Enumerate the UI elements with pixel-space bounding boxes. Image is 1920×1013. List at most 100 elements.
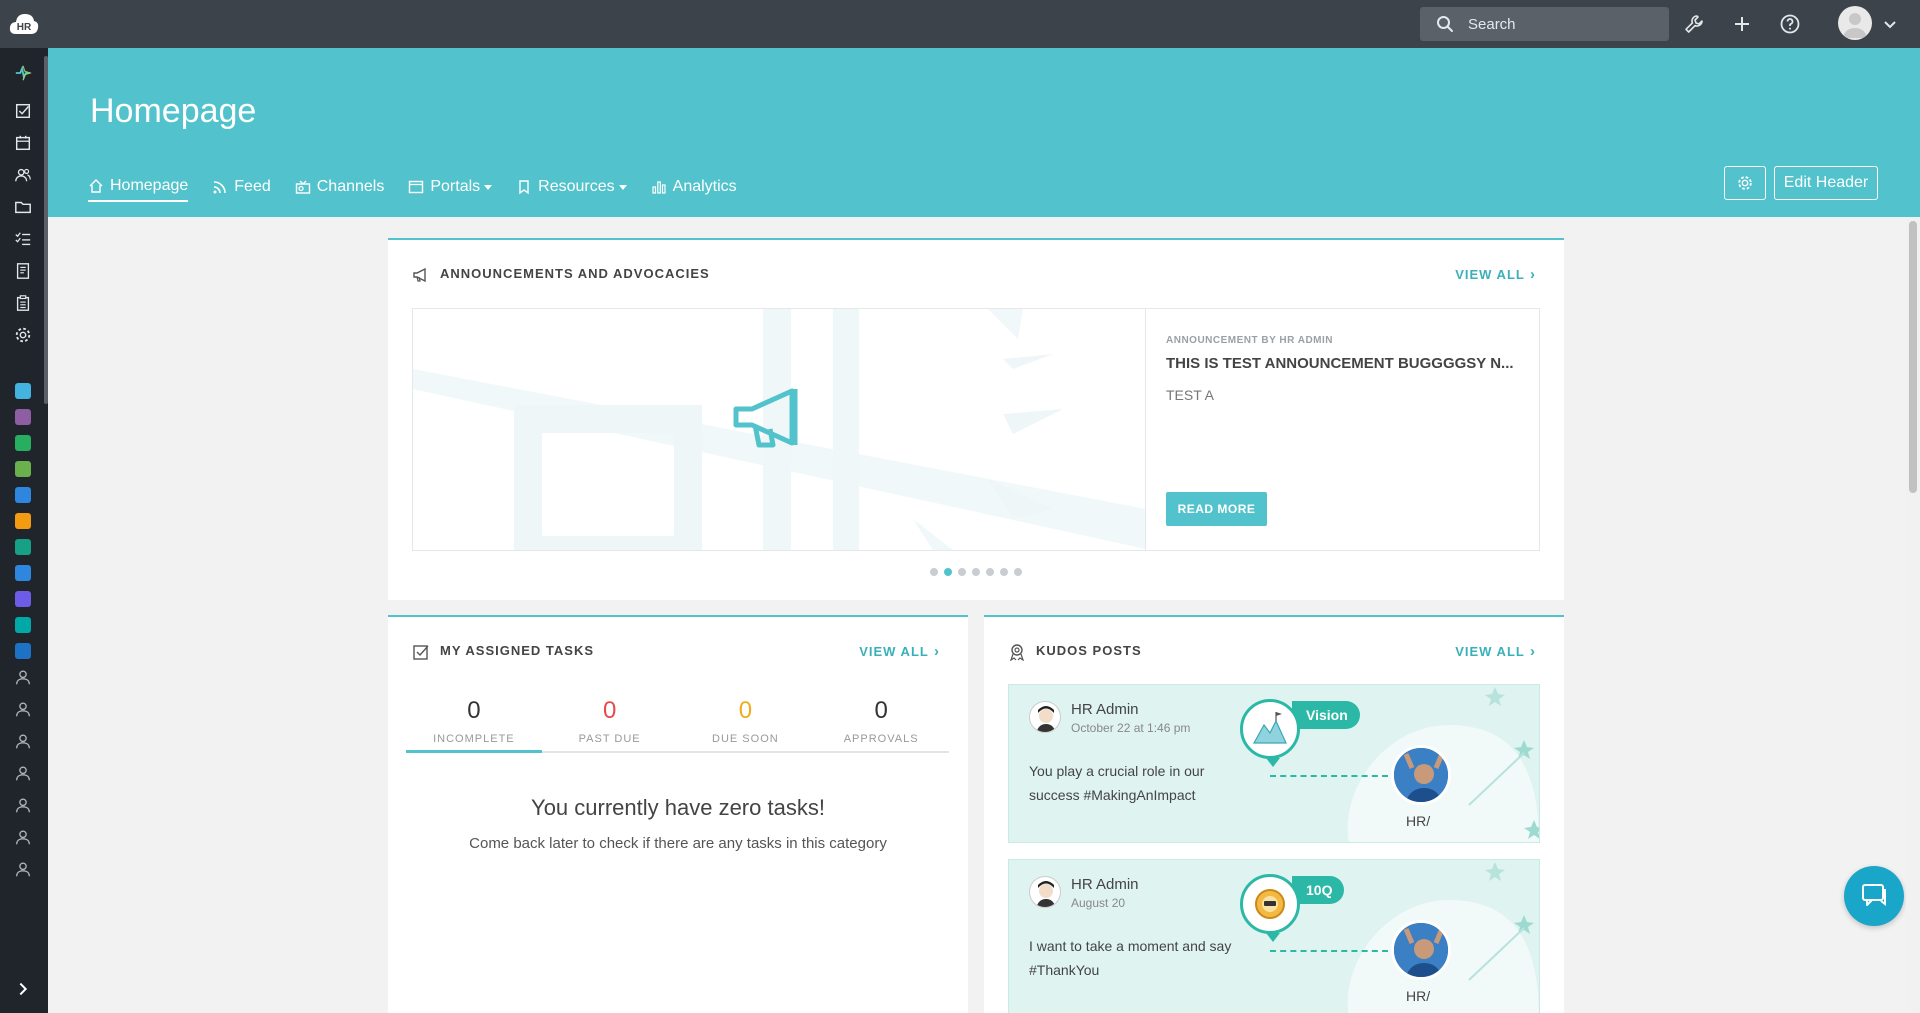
announcement-title[interactable]: THIS IS TEST ANNOUNCEMENT BUGGGGSY N...: [1166, 355, 1526, 372]
carousel-dot[interactable]: [972, 568, 980, 576]
calendar-icon[interactable]: [12, 132, 34, 154]
tasks-view-all-link[interactable]: VIEW ALL: [859, 643, 940, 660]
app-find-icon[interactable]: [12, 562, 34, 584]
chart-icon: [652, 181, 666, 194]
edit-header-button[interactable]: Edit Header: [1774, 166, 1878, 200]
recipient-name[interactable]: HR/: [1406, 813, 1430, 829]
empty-tasks-subtitle: Come back later to check if there are an…: [469, 835, 887, 852]
tab-portals[interactable]: Portals: [408, 172, 493, 202]
search-icon: [1437, 16, 1453, 32]
search-box[interactable]: Search: [1420, 7, 1669, 41]
kudos-post[interactable]: HR Admin August 20 I want to take a mome…: [1008, 859, 1540, 1013]
user-shortcut-icon[interactable]: [12, 858, 34, 880]
gear-icon: [1738, 176, 1752, 190]
app-orange-icon[interactable]: [12, 510, 34, 532]
app-analytics-icon[interactable]: [12, 380, 34, 402]
app-report-icon[interactable]: [12, 588, 34, 610]
caret-down-icon: [618, 184, 627, 190]
clipboard-icon[interactable]: [12, 292, 34, 314]
portal-icon: [409, 180, 424, 194]
app-search-icon[interactable]: [12, 432, 34, 454]
kudos-card: KUDOS POSTS VIEW ALL HR Admin October 22…: [984, 615, 1564, 1013]
settings-icon[interactable]: [12, 324, 34, 346]
carousel-dot[interactable]: [986, 568, 994, 576]
user-shortcut-icon[interactable]: [12, 730, 34, 752]
tab-feed[interactable]: Feed: [212, 172, 271, 202]
folder-icon[interactable]: [12, 196, 34, 218]
kudos-date: October 22 at 1:46 pm: [1071, 721, 1191, 735]
carousel-dot[interactable]: [958, 568, 966, 576]
announcement-details: ANNOUNCEMENT BY HR ADMIN THIS IS TEST AN…: [1146, 309, 1539, 550]
past-due-label: PAST DUE: [578, 733, 641, 745]
user-avatar[interactable]: [1838, 6, 1872, 40]
notes-icon[interactable]: [12, 260, 34, 282]
tab-due-soon[interactable]: 0 DUE SOON: [678, 695, 814, 751]
chevron-down-icon[interactable]: [1882, 16, 1898, 32]
user-shortcut-icon[interactable]: [12, 698, 34, 720]
app-globe-icon[interactable]: [12, 614, 34, 636]
top-bar: HR Search: [0, 0, 1920, 48]
carousel-dot[interactable]: [1014, 568, 1022, 576]
read-more-button[interactable]: READ MORE: [1166, 492, 1267, 526]
app-docs-icon[interactable]: [12, 536, 34, 558]
chat-button[interactable]: [1844, 866, 1904, 926]
tab-channels[interactable]: Channels: [295, 172, 385, 202]
user-shortcut-icon[interactable]: [12, 762, 34, 784]
app-mail-icon[interactable]: [12, 484, 34, 506]
tab-resources[interactable]: Resources: [516, 172, 627, 202]
kudos-message: I want to take a moment and say #ThankYo…: [1029, 938, 1232, 978]
tab-approvals[interactable]: 0 APPROVALS: [813, 695, 949, 751]
app-report-tile: [15, 591, 31, 607]
hr-logo[interactable]: HR: [8, 10, 40, 38]
tab-portals-label: Portals: [430, 178, 481, 195]
recipient-name[interactable]: HR/: [1406, 988, 1430, 1004]
kudos-author[interactable]: HR Admin: [1071, 701, 1139, 718]
logo-text: HR: [17, 22, 32, 33]
app-alert-icon[interactable]: [12, 406, 34, 428]
app-finance-icon[interactable]: [12, 458, 34, 480]
user-shortcut-icon[interactable]: [12, 826, 34, 848]
tab-analytics[interactable]: Analytics: [651, 172, 737, 202]
author-avatar[interactable]: [1029, 876, 1061, 908]
carousel-dot[interactable]: [944, 568, 952, 576]
plus-icon[interactable]: [1730, 12, 1754, 36]
user-shortcut-icon[interactable]: [12, 794, 34, 816]
incomplete-count: 0: [467, 697, 481, 724]
app-alert-tile: [15, 409, 31, 425]
kudos-message: You play a crucial role in our success #…: [1029, 763, 1205, 803]
carousel-dot[interactable]: [930, 568, 938, 576]
announcement-image[interactable]: [413, 309, 1146, 550]
badge-pin: [1266, 758, 1280, 767]
kudos-post[interactable]: HR Admin October 22 at 1:46 pm You play …: [1008, 684, 1540, 843]
people-icon[interactable]: [12, 164, 34, 186]
help-icon[interactable]: [1778, 12, 1802, 36]
kudos-connector: [1270, 950, 1388, 952]
activity-icon[interactable]: [12, 62, 34, 84]
app-outlook-icon[interactable]: [12, 640, 34, 662]
recipient-avatar[interactable]: [1391, 920, 1451, 980]
scrollbar-thumb[interactable]: [1909, 221, 1917, 493]
expand-sidebar-icon[interactable]: [12, 978, 34, 1000]
recipient-avatar[interactable]: [1391, 745, 1451, 805]
user-shortcut-icon[interactable]: [12, 666, 34, 688]
kudos-date: August 20: [1071, 896, 1126, 910]
rss-icon: [213, 181, 227, 194]
tab-channels-label: Channels: [316, 178, 385, 195]
author-avatar[interactable]: [1029, 701, 1061, 733]
kudos-view-all-link[interactable]: VIEW ALL: [1455, 643, 1536, 660]
kudos-connector: [1270, 775, 1388, 777]
page-scrollbar[interactable]: [1906, 217, 1920, 1013]
tab-incomplete[interactable]: 0 INCOMPLETE: [406, 695, 542, 753]
app-analytics-tile: [15, 383, 31, 399]
tasks-icon[interactable]: [12, 100, 34, 122]
kudos-badge-label: 10Q: [1292, 876, 1345, 904]
thank-you-badge-icon: [1240, 874, 1300, 934]
announcements-view-all-link[interactable]: VIEW ALL: [1455, 266, 1536, 283]
tab-past-due[interactable]: 0 PAST DUE: [542, 695, 678, 751]
kudos-author[interactable]: HR Admin: [1071, 876, 1139, 893]
carousel-dot[interactable]: [1000, 568, 1008, 576]
wrench-icon[interactable]: [1682, 12, 1706, 36]
tab-homepage[interactable]: Homepage: [88, 172, 189, 202]
header-settings-button[interactable]: [1724, 166, 1766, 200]
checklist-icon[interactable]: [12, 228, 34, 250]
